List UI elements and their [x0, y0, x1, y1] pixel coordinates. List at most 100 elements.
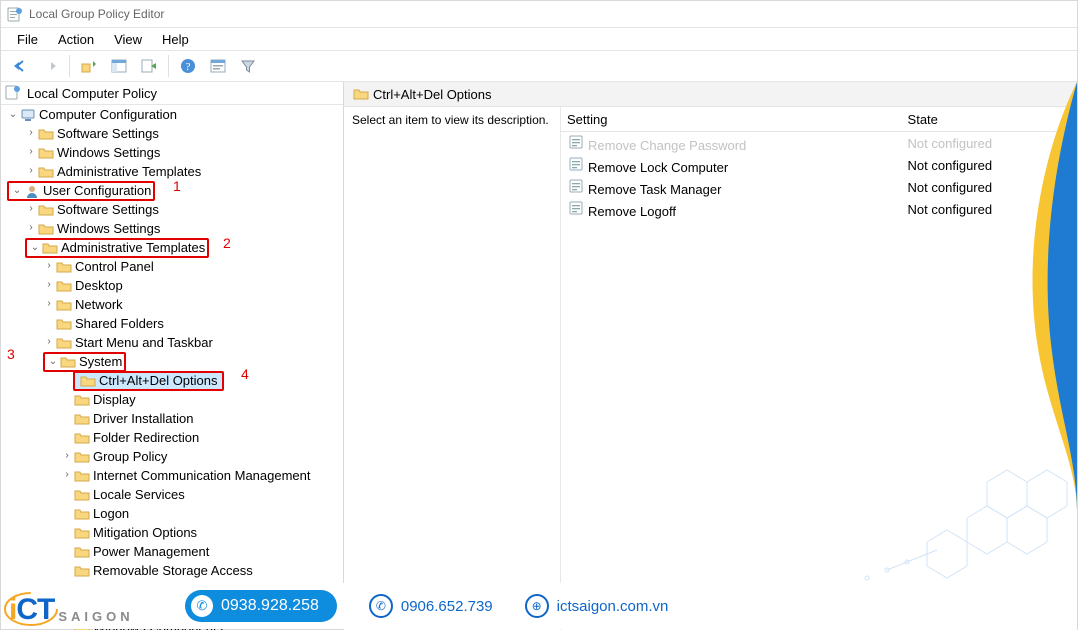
show-hide-tree-button[interactable] — [105, 52, 133, 80]
setting-state: Not configured — [902, 132, 1077, 155]
computer-icon — [20, 107, 36, 123]
expand-icon[interactable]: › — [43, 299, 55, 310]
help-button[interactable]: ? — [174, 52, 202, 80]
setting-row[interactable]: Remove LogoffNot configured — [561, 198, 1077, 220]
filter-options-button[interactable] — [204, 52, 232, 80]
main-header: Ctrl+Alt+Del Options — [344, 82, 1077, 107]
globe-icon: ⊕ — [525, 594, 549, 618]
tree-item[interactable]: ›Windows Settings — [23, 143, 343, 162]
description-text: Select an item to view its description. — [352, 113, 549, 127]
folder-icon — [56, 335, 72, 351]
phone-number: 0906.652.739 — [401, 598, 493, 615]
column-state[interactable]: State — [902, 107, 1077, 132]
setting-row[interactable]: Remove Change Password Not configured — [561, 132, 1077, 155]
website-link[interactable]: ⊕ ictsaigon.com.vn — [525, 594, 669, 618]
collapse-icon[interactable]: ⌄ — [7, 109, 19, 121]
expand-icon[interactable]: › — [61, 470, 73, 481]
setting-row[interactable]: Remove Lock ComputerNot configured — [561, 154, 1077, 176]
tree-item[interactable]: Folder Redirection — [59, 428, 343, 447]
column-setting[interactable]: Setting — [561, 107, 902, 132]
folder-icon — [353, 86, 369, 102]
phone-icon: ✆ — [369, 594, 393, 618]
annotation-1: 1 — [173, 178, 181, 194]
tree-item[interactable]: ›Internet Communication Management — [59, 466, 343, 485]
tree-item-system[interactable]: ⌄ System — [41, 352, 343, 371]
tree-item[interactable]: ›Administrative Templates — [23, 162, 343, 181]
tree-label: Windows Settings — [57, 221, 160, 236]
phone-secondary[interactable]: ✆ 0906.652.739 — [369, 594, 493, 618]
folder-icon — [74, 506, 90, 522]
expand-icon[interactable]: › — [61, 451, 73, 462]
annotation-4: 4 — [241, 366, 249, 382]
export-list-button[interactable] — [135, 52, 163, 80]
collapse-icon[interactable]: ⌄ — [47, 356, 59, 368]
setting-icon — [568, 156, 584, 172]
collapse-icon[interactable]: ⌄ — [11, 185, 23, 197]
phone-pill[interactable]: ✆ 0938.928.258 — [185, 590, 337, 622]
svg-text:?: ? — [186, 61, 191, 73]
tree-item[interactable]: ›Control Panel — [41, 257, 343, 276]
tree-item[interactable]: Display — [59, 390, 343, 409]
folder-icon — [38, 164, 54, 180]
tree-label: User Configuration — [43, 183, 151, 198]
folder-icon — [38, 202, 54, 218]
forward-button[interactable] — [36, 52, 64, 80]
tree-item[interactable]: ›Software Settings — [23, 200, 343, 219]
tree-item[interactable]: Shared Folders — [41, 314, 343, 333]
tree-item[interactable]: Driver Installation — [59, 409, 343, 428]
expand-icon[interactable]: › — [25, 166, 37, 177]
setting-row[interactable]: Remove Task Manager Not configured — [561, 176, 1077, 198]
setting-state: Not configured — [902, 176, 1077, 198]
tree-item-admin-templates[interactable]: ⌄ Administrative Templates — [23, 238, 343, 257]
back-button[interactable] — [6, 52, 34, 80]
up-button[interactable] — [75, 52, 103, 80]
folder-icon — [74, 449, 90, 465]
main-pane: Ctrl+Alt+Del Options Select an item to v… — [344, 82, 1077, 630]
column-label: Setting — [567, 112, 607, 127]
tree-item[interactable]: ›Software Settings — [23, 124, 343, 143]
tree-item[interactable]: Removable Storage Access — [59, 561, 343, 580]
setting-name: Remove Task Manager — [588, 182, 721, 197]
tree-root-row[interactable]: Local Computer Policy — [1, 82, 343, 105]
expand-icon[interactable]: › — [43, 337, 55, 348]
tree-label: Shared Folders — [75, 316, 164, 331]
filter-button[interactable] — [234, 52, 262, 80]
expand-icon[interactable]: › — [25, 147, 37, 158]
app-icon — [7, 6, 23, 22]
menu-view[interactable]: View — [104, 31, 152, 48]
website-url: ictsaigon.com.vn — [557, 598, 669, 615]
tree-item[interactable]: › Desktop — [41, 276, 343, 295]
tree-item[interactable]: Mitigation Options — [59, 523, 343, 542]
tree-label: Desktop — [75, 278, 123, 293]
menu-file[interactable]: File — [7, 31, 48, 48]
folder-icon — [74, 468, 90, 484]
tree-item[interactable]: Logon — [59, 504, 343, 523]
tree-label: Start Menu and Taskbar — [75, 335, 213, 350]
tree-item[interactable]: › Start Menu and Taskbar — [41, 333, 343, 352]
expand-icon[interactable]: › — [25, 128, 37, 139]
phone-number: 0938.928.258 — [221, 597, 319, 615]
expand-icon[interactable]: › — [25, 223, 37, 234]
folder-icon — [56, 259, 72, 275]
tree-label: Computer Configuration — [39, 107, 177, 122]
annotation-2: 2 — [223, 235, 231, 251]
description-pane: Select an item to view its description. — [344, 107, 561, 630]
folder-icon — [38, 145, 54, 161]
tree-item[interactable]: › Windows Settings — [23, 219, 343, 238]
expand-icon[interactable]: › — [43, 280, 55, 291]
tree-item-computer-configuration[interactable]: ⌄ Computer Configuration — [5, 105, 343, 124]
tree-item[interactable]: Locale Services — [59, 485, 343, 504]
folder-icon — [56, 297, 72, 313]
collapse-icon[interactable]: ⌄ — [29, 242, 41, 254]
setting-name: Remove Change Password — [588, 138, 746, 153]
tree-item-ctrl-alt-del[interactable]: Ctrl+Alt+Del Options — [59, 371, 343, 390]
tree-item[interactable]: ›Group Policy — [59, 447, 343, 466]
phone-icon: ✆ — [191, 595, 213, 617]
menu-action[interactable]: Action — [48, 31, 104, 48]
tree-item[interactable]: ›Network — [41, 295, 343, 314]
expand-icon[interactable]: › — [43, 261, 55, 272]
menu-help[interactable]: Help — [152, 31, 199, 48]
folder-icon — [42, 240, 58, 256]
expand-icon[interactable]: › — [25, 204, 37, 215]
tree-item[interactable]: Power Management — [59, 542, 343, 561]
